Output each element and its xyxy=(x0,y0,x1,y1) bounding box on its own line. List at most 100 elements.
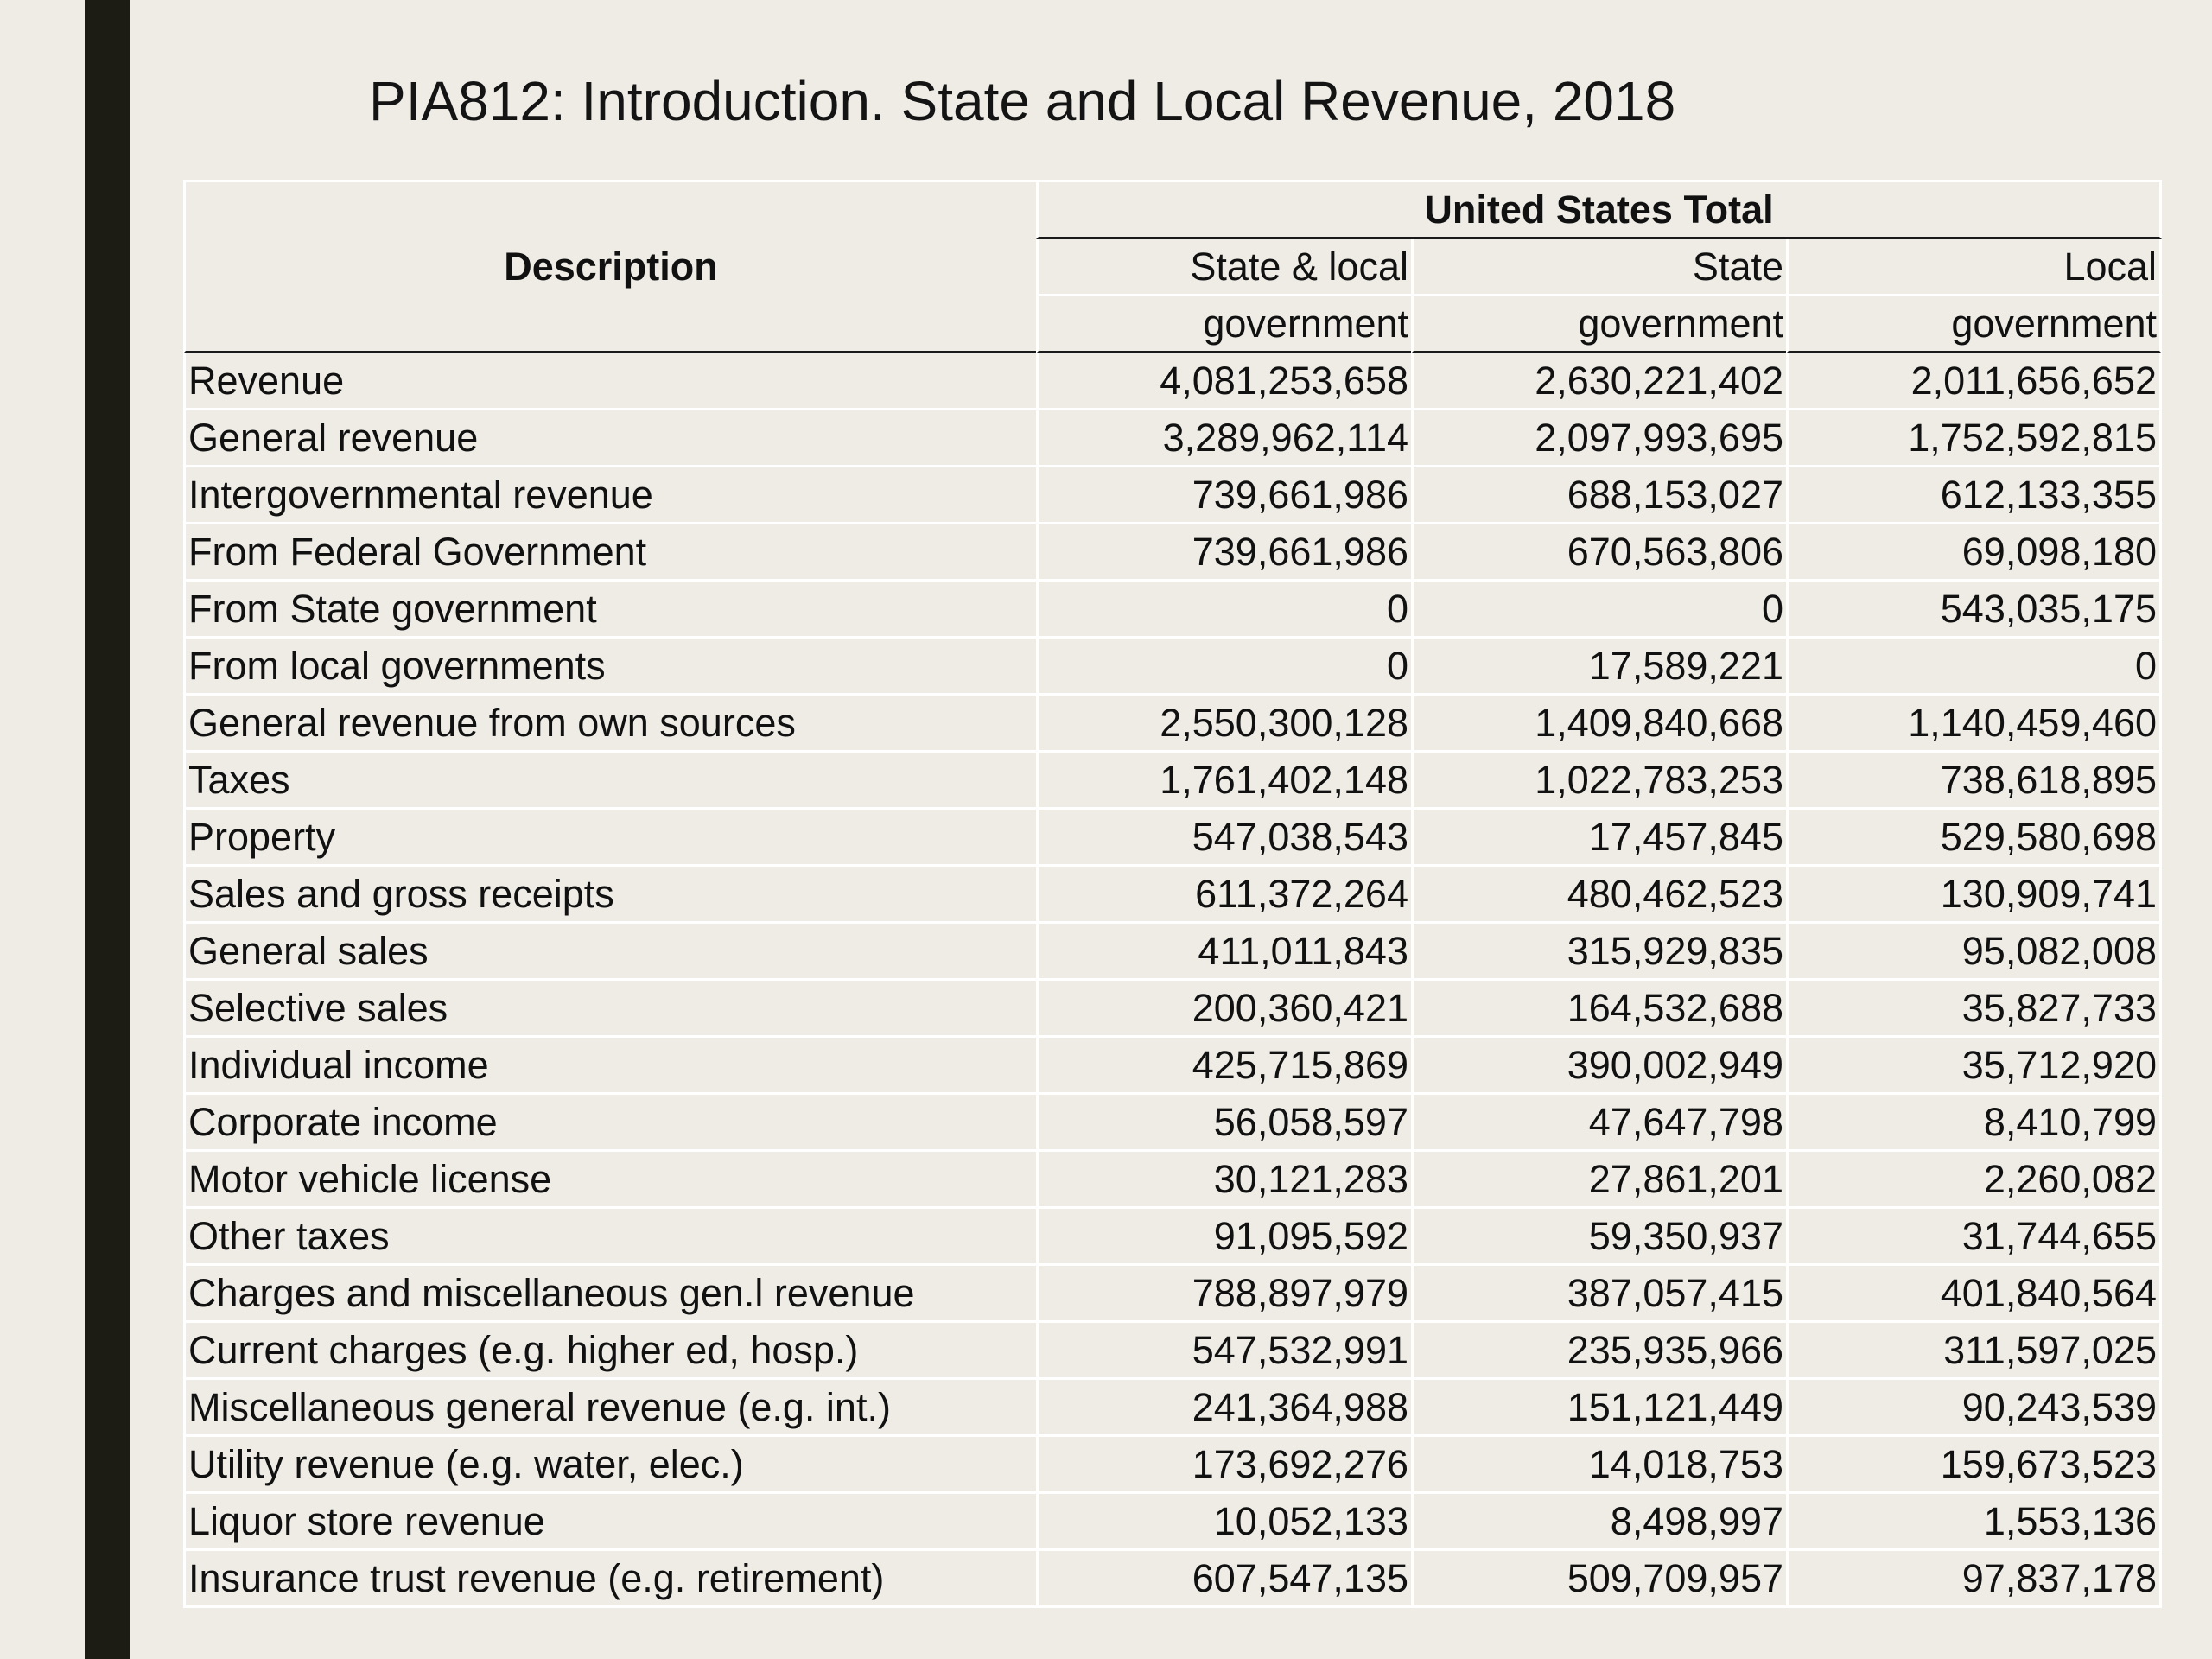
value-state: 390,002,949 xyxy=(1411,1038,1786,1095)
value-state: 27,861,201 xyxy=(1411,1152,1786,1209)
table-row: Liquor store revenue 10,052,133 8,498,997 1… xyxy=(183,1494,2163,1551)
value-state-local: 91,095,592 xyxy=(1036,1209,1411,1266)
value-state: 670,563,806 xyxy=(1411,524,1786,582)
slide-title: PIA812: Introduction. State and Local Re… xyxy=(369,70,1676,132)
description-header: Description xyxy=(183,180,1036,353)
table-row: Utility revenue (e.g. water, elec.) 173,6… xyxy=(183,1437,2163,1494)
header-row-group: Description United States Total xyxy=(183,180,2163,353)
value-state: 688,153,027 xyxy=(1411,467,1786,524)
row-label: General sales xyxy=(183,924,1036,981)
table-row: Insurance trust revenue (e.g. retirement… xyxy=(183,1551,2163,1608)
row-label: Miscellaneous general revenue (e.g. int.… xyxy=(183,1380,1036,1437)
col-header-state-line1: State xyxy=(1411,239,1786,296)
value-state-local: 611,372,264 xyxy=(1036,867,1411,924)
group-header-us-total: United States Total xyxy=(1036,180,2163,239)
value-state: 509,709,957 xyxy=(1411,1551,1786,1608)
value-state: 235,935,966 xyxy=(1411,1323,1786,1380)
table-row: Corporate income 56,058,597 47,647,798 8,41… xyxy=(183,1095,2163,1152)
value-state-local: 739,661,986 xyxy=(1036,467,1411,524)
value-local: 529,580,698 xyxy=(1786,810,2163,867)
value-state-local: 547,532,991 xyxy=(1036,1323,1411,1380)
value-local: 2,011,656,652 xyxy=(1786,353,2163,410)
row-label: Taxes xyxy=(183,753,1036,810)
value-local: 612,133,355 xyxy=(1786,467,2163,524)
table-row: From State government 0 0 543,035,175 xyxy=(183,582,2163,639)
table-row: Revenue 4,081,253,658 2,630,221,402 2,011,6… xyxy=(183,353,2163,410)
table-header: Description United States Total State & … xyxy=(183,180,2163,353)
value-state-local: 2,550,300,128 xyxy=(1036,696,1411,753)
value-local: 90,243,539 xyxy=(1786,1380,2163,1437)
value-state: 59,350,937 xyxy=(1411,1209,1786,1266)
table-row: Selective sales 200,360,421 164,532,688 35,… xyxy=(183,981,2163,1038)
row-label: Liquor store revenue xyxy=(183,1494,1036,1551)
row-label: Property xyxy=(183,810,1036,867)
row-label: General revenue xyxy=(183,410,1036,467)
value-state: 47,647,798 xyxy=(1411,1095,1786,1152)
value-state-local: 411,011,843 xyxy=(1036,924,1411,981)
value-state-local: 56,058,597 xyxy=(1036,1095,1411,1152)
value-state: 151,121,449 xyxy=(1411,1380,1786,1437)
row-label: Selective sales xyxy=(183,981,1036,1038)
table-row: Miscellaneous general revenue (e.g. int.… xyxy=(183,1380,2163,1437)
table-row: Intergovernmental revenue 739,661,986 688,… xyxy=(183,467,2163,524)
value-local: 0 xyxy=(1786,639,2163,696)
value-state: 387,057,415 xyxy=(1411,1266,1786,1323)
row-label: Sales and gross receipts xyxy=(183,867,1036,924)
table-row: General sales 411,011,843 315,929,835 95,08… xyxy=(183,924,2163,981)
value-state: 1,022,783,253 xyxy=(1411,753,1786,810)
row-label: From local governments xyxy=(183,639,1036,696)
col-header-state-line2: government xyxy=(1411,296,1786,353)
table-row: Sales and gross receipts 611,372,264 480,4… xyxy=(183,867,2163,924)
value-local: 130,909,741 xyxy=(1786,867,2163,924)
value-local: 35,827,733 xyxy=(1786,981,2163,1038)
col-header-local-line2: government xyxy=(1786,296,2163,353)
value-state-local: 173,692,276 xyxy=(1036,1437,1411,1494)
table-row: Motor vehicle license 30,121,283 27,861,20… xyxy=(183,1152,2163,1209)
row-label: Individual income xyxy=(183,1038,1036,1095)
value-state-local: 607,547,135 xyxy=(1036,1551,1411,1608)
row-label: From State government xyxy=(183,582,1036,639)
row-label: From Federal Government xyxy=(183,524,1036,582)
value-state-local: 200,360,421 xyxy=(1036,981,1411,1038)
value-local: 159,673,523 xyxy=(1786,1437,2163,1494)
revenue-table: Description United States Total State & … xyxy=(183,180,2163,1608)
row-label: Revenue xyxy=(183,353,1036,410)
value-state: 164,532,688 xyxy=(1411,981,1786,1038)
row-label: Motor vehicle license xyxy=(183,1152,1036,1209)
row-label: Charges and miscellaneous gen.l revenue xyxy=(183,1266,1036,1323)
value-state: 480,462,523 xyxy=(1411,867,1786,924)
value-state: 2,630,221,402 xyxy=(1411,353,1786,410)
row-label: Intergovernmental revenue xyxy=(183,467,1036,524)
row-label: Corporate income xyxy=(183,1095,1036,1152)
value-state: 1,409,840,668 xyxy=(1411,696,1786,753)
row-label: General revenue from own sources xyxy=(183,696,1036,753)
col-header-state-local-line2: government xyxy=(1036,296,1411,353)
table-row: Current charges (e.g. higher ed, hosp.) 5… xyxy=(183,1323,2163,1380)
col-header-local-line1: Local xyxy=(1786,239,2163,296)
row-label: Utility revenue (e.g. water, elec.) xyxy=(183,1437,1036,1494)
value-state: 8,498,997 xyxy=(1411,1494,1786,1551)
value-state-local: 425,715,869 xyxy=(1036,1038,1411,1095)
value-local: 35,712,920 xyxy=(1786,1038,2163,1095)
value-state-local: 1,761,402,148 xyxy=(1036,753,1411,810)
value-local: 2,260,082 xyxy=(1786,1152,2163,1209)
row-label: Current charges (e.g. higher ed, hosp.) xyxy=(183,1323,1036,1380)
value-state-local: 4,081,253,658 xyxy=(1036,353,1411,410)
value-local: 311,597,025 xyxy=(1786,1323,2163,1380)
table-row: From Federal Government 739,661,986 670,56… xyxy=(183,524,2163,582)
value-local: 1,140,459,460 xyxy=(1786,696,2163,753)
value-state-local: 547,038,543 xyxy=(1036,810,1411,867)
value-state-local: 739,661,986 xyxy=(1036,524,1411,582)
value-state-local: 0 xyxy=(1036,639,1411,696)
value-local: 1,553,136 xyxy=(1786,1494,2163,1551)
value-state: 315,929,835 xyxy=(1411,924,1786,981)
value-local: 8,410,799 xyxy=(1786,1095,2163,1152)
value-state: 17,457,845 xyxy=(1411,810,1786,867)
value-local: 95,082,008 xyxy=(1786,924,2163,981)
value-state-local: 30,121,283 xyxy=(1036,1152,1411,1209)
row-label: Other taxes xyxy=(183,1209,1036,1266)
value-state-local: 241,364,988 xyxy=(1036,1380,1411,1437)
table-row: Other taxes 91,095,592 59,350,937 31,744,65… xyxy=(183,1209,2163,1266)
value-state-local: 3,289,962,114 xyxy=(1036,410,1411,467)
value-state-local: 10,052,133 xyxy=(1036,1494,1411,1551)
